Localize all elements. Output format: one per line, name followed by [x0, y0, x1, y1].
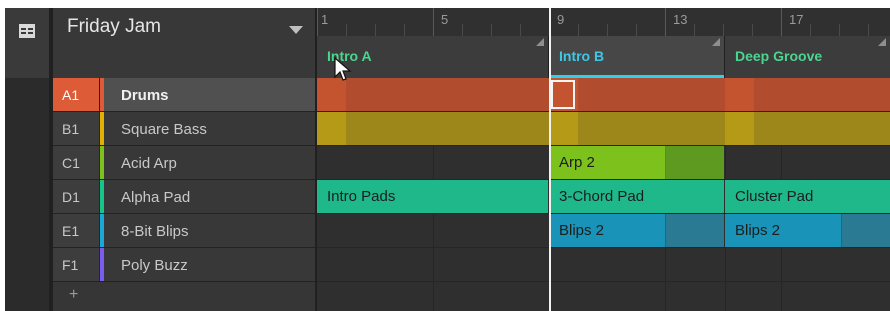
track-name: Poly Buzz [121, 257, 188, 274]
pattern-clip-pad-cluster[interactable]: Cluster Pad [725, 180, 890, 213]
track-name: Acid Arp [121, 155, 177, 172]
slot-label: E1 [62, 223, 80, 239]
section-corner-icon [536, 38, 544, 46]
chevron-down-icon [289, 26, 303, 34]
track-color-stripe [100, 112, 104, 145]
track-name: Square Bass [121, 121, 207, 138]
arrangement-grid[interactable]: Arp 2 Intro Pads 3-Chord Pad Cluster Pad… [317, 78, 890, 311]
bar-number: 1 [321, 12, 329, 27]
section-deep-groove[interactable]: Deep Groove [725, 36, 890, 78]
track-color-stripe [100, 78, 104, 111]
track-color-stripe [100, 248, 104, 281]
timeline-header: 1 5 9 13 17 Intro A Intro B Deep Groove [317, 8, 890, 78]
track-slot[interactable]: B1 [53, 112, 100, 145]
pattern-clip-drums[interactable] [317, 78, 890, 111]
track-name: Alpha Pad [121, 189, 191, 206]
slot-label: F1 [62, 257, 79, 273]
pattern-label: Intro Pads [327, 188, 396, 205]
pattern-clip-bass[interactable] [317, 112, 890, 145]
track-slot[interactable]: E1 [53, 214, 100, 247]
slot-label: D1 [62, 189, 80, 205]
section-corner-icon [712, 38, 720, 46]
pattern-label: Blips 2 [559, 222, 605, 239]
pattern-clip-arp[interactable]: Arp 2 [549, 146, 724, 179]
section-label: Deep Groove [735, 48, 823, 64]
plus-icon: + [69, 286, 79, 303]
pattern-label: Arp 2 [559, 154, 595, 171]
arranger-window: Friday Jam 1 5 9 13 17 Intro A Intro B D… [5, 8, 890, 311]
bar-ruler[interactable]: 1 5 9 13 17 [317, 8, 890, 37]
mouse-pointer-icon [334, 57, 352, 81]
grid-layout-icon [19, 24, 35, 38]
track-slot[interactable]: D1 [53, 180, 100, 213]
bar-number: 9 [557, 12, 565, 27]
bar-number: 17 [789, 12, 804, 27]
section-label: Intro B [559, 48, 605, 64]
track-slot[interactable]: F1 [53, 248, 100, 281]
pattern-label: Cluster Pad [735, 188, 814, 205]
slot-label: C1 [62, 155, 80, 171]
pattern-clip-blips[interactable]: Blips 2 [549, 214, 724, 247]
track-name: 8-Bit Blips [121, 223, 189, 240]
section-intro-b[interactable]: Intro B [549, 36, 725, 78]
section-corner-icon [878, 38, 886, 46]
track-list: A1 Drums B1 Square Bass C1 Acid Arp D1 A… [53, 78, 315, 311]
pattern-label: Blips 2 [735, 222, 781, 239]
slot-label: A1 [62, 87, 80, 103]
track-row[interactable]: A1 Drums [53, 78, 315, 112]
track-row[interactable]: C1 Acid Arp [53, 146, 315, 180]
slot-label: B1 [62, 121, 80, 137]
add-track-button[interactable]: + [53, 282, 315, 311]
pattern-clip-blips[interactable]: Blips 2 [725, 214, 890, 247]
track-slot[interactable]: C1 [53, 146, 100, 179]
pattern-clip-pad-chord[interactable]: 3-Chord Pad [549, 180, 724, 213]
track-row[interactable]: B1 Square Bass [53, 112, 315, 146]
selected-step[interactable] [551, 80, 575, 109]
track-row[interactable]: F1 Poly Buzz [53, 248, 315, 282]
project-selector[interactable]: Friday Jam [53, 8, 315, 78]
pattern-clip-pad-intro[interactable]: Intro Pads [317, 180, 548, 213]
track-row[interactable]: D1 Alpha Pad [53, 180, 315, 214]
pattern-label: 3-Chord Pad [559, 188, 645, 205]
project-title: Friday Jam [67, 16, 161, 37]
bar-number: 13 [673, 12, 688, 27]
track-slot[interactable]: A1 [53, 78, 100, 111]
track-name: Drums [121, 87, 169, 104]
track-color-stripe [100, 180, 104, 213]
track-row[interactable]: E1 8-Bit Blips [53, 214, 315, 248]
bar-number: 5 [441, 12, 449, 27]
track-color-stripe [100, 214, 104, 247]
view-toggle-button[interactable] [5, 8, 50, 78]
track-color-stripe [100, 146, 104, 179]
section-lane: Intro A Intro B Deep Groove [317, 36, 890, 78]
playhead[interactable] [549, 8, 551, 311]
header-row: Friday Jam 1 5 9 13 17 Intro A Intro B D… [5, 8, 890, 78]
